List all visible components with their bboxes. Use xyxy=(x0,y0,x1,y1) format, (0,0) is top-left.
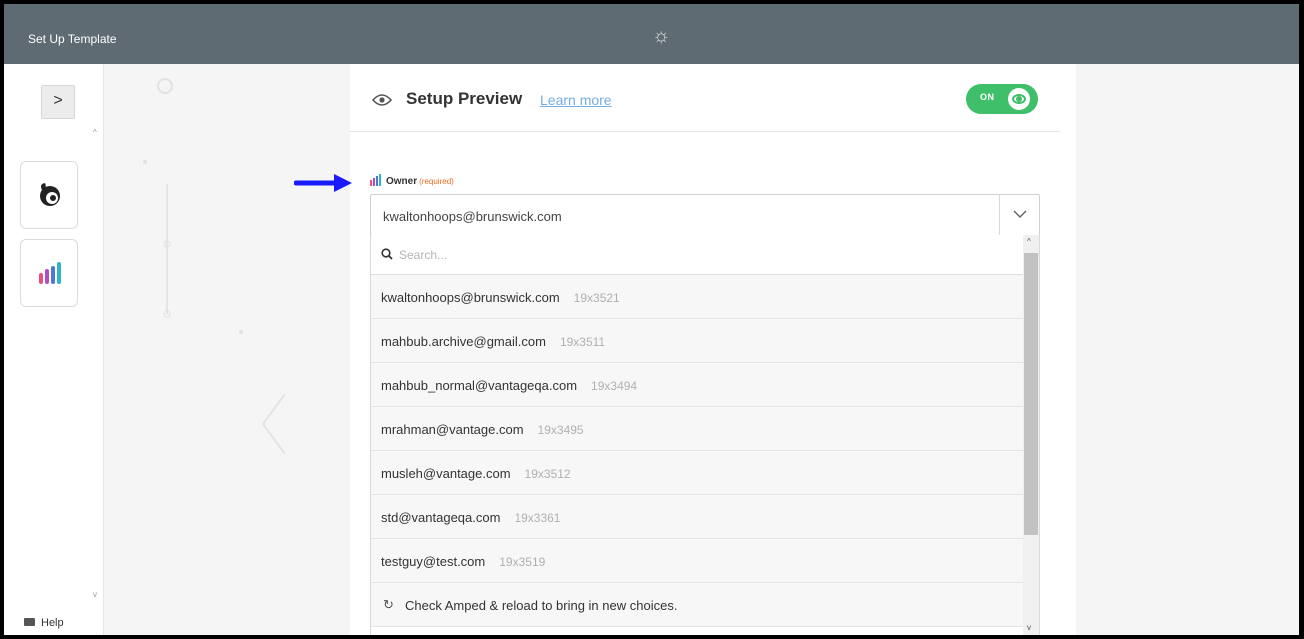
app-tile-mailchimp[interactable] xyxy=(20,161,78,229)
app-tile-bar-logo[interactable] xyxy=(20,239,78,307)
scroll-up-icon: ^ xyxy=(93,128,97,137)
owner-option[interactable]: mrahman@vantage.com 19x3495 xyxy=(371,407,1023,451)
required-marker: (required) xyxy=(419,177,454,186)
scroll-down-icon: v xyxy=(1027,623,1031,632)
help-button[interactable]: Help xyxy=(24,617,64,629)
chevron-right-icon: > xyxy=(53,92,63,109)
preview-toggle[interactable]: ON xyxy=(966,84,1038,114)
option-id: 19x3361 xyxy=(514,511,561,525)
chevron-down-icon xyxy=(1013,210,1027,219)
expand-sidebar-button[interactable]: > xyxy=(41,85,75,119)
setup-preview-title: Setup Preview xyxy=(406,89,523,108)
option-email: kwaltonhoops@brunswick.com 19x3521 xyxy=(381,290,620,305)
option-id: 19x3495 xyxy=(537,423,584,437)
reload-choices-text: Check Amped & reload to bring in new cho… xyxy=(405,598,678,613)
background-decoration xyxy=(143,78,286,455)
reload-icon: ↻ xyxy=(383,597,394,612)
owner-selected-value: kwaltonhoops@brunswick.com xyxy=(383,209,562,224)
title-bar: Set Up Template ☼ xyxy=(4,4,1299,64)
search-icon xyxy=(381,248,393,260)
owner-option[interactable]: musleh@vantage.com 19x3512 xyxy=(371,451,1023,495)
bar-logo-icon xyxy=(370,174,381,186)
option-email: testguy@test.com 19x3519 xyxy=(381,554,546,569)
option-id: 19x3512 xyxy=(524,467,571,481)
learn-more-link[interactable]: Learn more xyxy=(540,92,612,108)
dropdown-scrollbar[interactable]: ^ v xyxy=(1023,235,1039,635)
window-title: Set Up Template xyxy=(28,32,117,46)
option-email: mahbub.archive@gmail.com 19x3511 xyxy=(381,334,606,349)
owner-option[interactable]: mahbub_normal@vantageqa.com 19x3494 xyxy=(371,363,1023,407)
eye-icon xyxy=(1008,88,1030,110)
owner-option[interactable]: testguy@test.com 19x3519 xyxy=(371,539,1023,583)
option-email: mrahman@vantage.com 19x3495 xyxy=(381,422,584,437)
option-email: mahbub_normal@vantageqa.com 19x3494 xyxy=(381,378,638,393)
bar-logo-icon xyxy=(39,262,61,284)
owner-option[interactable]: mahbub.archive@gmail.com 19x3511 xyxy=(371,319,1023,363)
mailchimp-logo-icon xyxy=(40,183,60,206)
option-id: 19x3511 xyxy=(559,335,606,349)
reload-choices-button[interactable]: ↻ Check Amped & reload to bring in new c… xyxy=(371,583,1023,627)
owner-label-text: Owner xyxy=(386,176,418,187)
search-input[interactable] xyxy=(399,245,999,265)
canvas-background-right xyxy=(1076,64,1299,635)
canvas-background-left xyxy=(105,64,350,635)
scroll-down-icon: v xyxy=(93,590,97,599)
owner-dropdown-list: kwaltonhoops@brunswick.com19x3521 mahbub… xyxy=(370,235,1040,635)
scrollbar-thumb[interactable] xyxy=(1024,253,1038,535)
scroll-up-icon: ^ xyxy=(1027,237,1031,246)
sidebar: > ^ v Help xyxy=(4,64,104,635)
annotation-arrow-icon xyxy=(294,174,352,192)
sidebar-scrollbar[interactable]: ^ v xyxy=(92,128,101,608)
app-window: Set Up Template ☼ > ^ v Help Setup Previ… xyxy=(4,4,1299,635)
owner-option[interactable]: kwaltonhoops@brunswick.com 19x3521 xyxy=(371,275,1023,319)
option-id: 19x3521 xyxy=(573,291,620,305)
help-label: Help xyxy=(41,617,64,629)
owner-option[interactable]: std@vantageqa.com 19x3361 xyxy=(371,495,1023,539)
toggle-state-label: ON xyxy=(980,92,995,102)
option-id: 19x3494 xyxy=(591,379,638,393)
chat-icon xyxy=(24,618,35,626)
setup-panel: Setup Preview Learn more ON Owner (requir… xyxy=(350,64,1076,635)
dropdown-search xyxy=(371,235,1023,275)
option-id: 19x3519 xyxy=(499,555,546,569)
owner-select-toggle[interactable] xyxy=(999,195,1039,235)
sun-icon: ☼ xyxy=(652,25,671,47)
setup-preview-header: Setup Preview Learn more ON xyxy=(350,64,1060,132)
option-email: std@vantageqa.com 19x3361 xyxy=(381,510,561,525)
option-email: musleh@vantage.com 19x3512 xyxy=(381,466,571,481)
owner-select[interactable]: kwaltonhoops@brunswick.com xyxy=(370,194,1040,236)
eye-icon xyxy=(372,94,392,106)
owner-field-label: Owner (required) xyxy=(370,174,454,187)
